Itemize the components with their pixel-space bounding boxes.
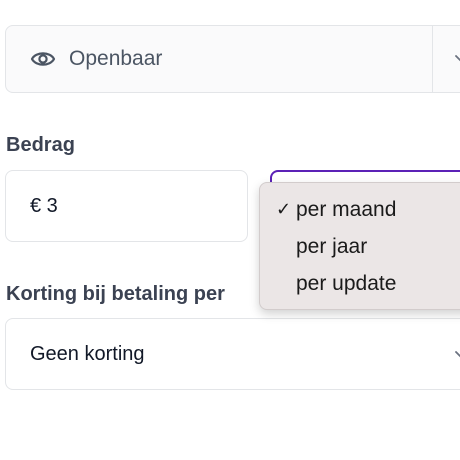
dropdown-option-label: per jaar [296, 235, 368, 258]
dropdown-option-label: per maand [296, 198, 397, 221]
visibility-select[interactable]: Openbaar [5, 25, 460, 93]
period-dropdown-menu: ✓ per maand per jaar per update [259, 182, 460, 310]
dropdown-option-per-update[interactable]: per update [260, 265, 460, 302]
select-divider [432, 26, 433, 92]
amount-label: Bedrag [6, 134, 75, 156]
chevron-down-icon[interactable] [454, 348, 460, 362]
dropdown-option-per-jaar[interactable]: per jaar [260, 228, 460, 265]
chevron-down-icon[interactable] [454, 52, 460, 66]
discount-label: Korting bij betaling per [6, 283, 225, 305]
dropdown-option-per-maand[interactable]: ✓ per maand [260, 191, 460, 228]
dropdown-option-label: per update [296, 272, 397, 295]
discount-value: Geen korting [30, 343, 145, 365]
visibility-value: Openbaar [69, 47, 163, 70]
discount-select[interactable]: Geen korting [5, 318, 460, 390]
eye-icon [30, 48, 56, 70]
amount-input[interactable]: € 3 [5, 170, 248, 242]
check-icon: ✓ [276, 199, 292, 219]
pricing-form: Openbaar Bedrag € 3 Korting bij betaling… [0, 0, 460, 460]
amount-value: € 3 [30, 195, 58, 217]
